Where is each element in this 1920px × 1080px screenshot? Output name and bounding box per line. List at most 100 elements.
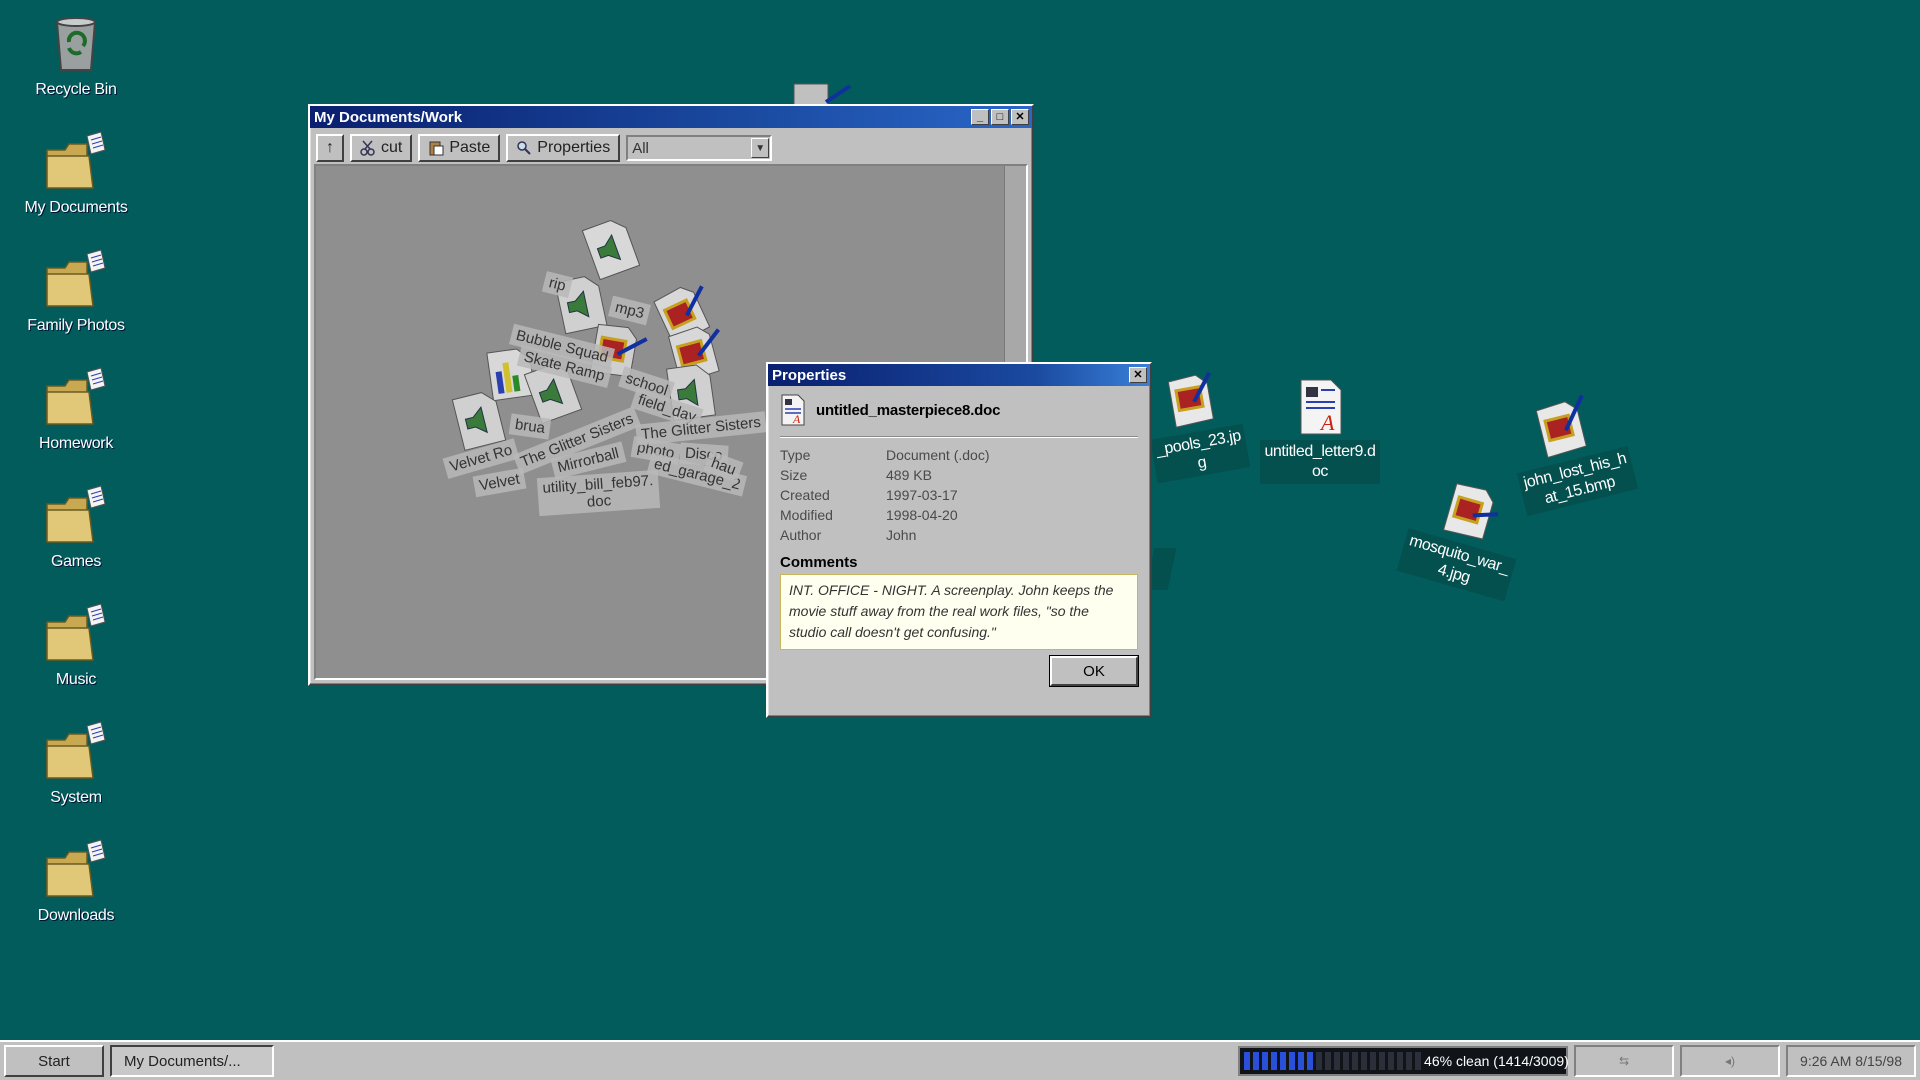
desktop-icon-recycle-bin[interactable]: Recycle Bin	[16, 12, 136, 99]
progress-segment	[1388, 1052, 1395, 1070]
volume-tray-icon[interactable]: ◂)	[1680, 1045, 1781, 1077]
task-label: My Documents/...	[124, 1052, 241, 1070]
property-key: Type	[780, 447, 811, 463]
explorer-titlebar[interactable]: My Documents/Work _ □ ✕	[310, 106, 1032, 128]
progress-segment	[1271, 1052, 1278, 1070]
pile-file-label[interactable]: brua	[508, 413, 552, 440]
image-file-icon	[1535, 394, 1587, 459]
desktop-file-untitled-letter[interactable]: A untitled_letter9.d oc	[1255, 378, 1385, 484]
folder-icon	[46, 721, 106, 779]
progress-segment	[1253, 1052, 1260, 1070]
property-key: Created	[780, 487, 830, 503]
file-label: _pools_23.jp g	[1150, 423, 1251, 484]
property-row-modified: Modified 1998-04-20	[780, 505, 1138, 525]
recycle-bin-icon	[55, 17, 97, 71]
desktop-icon-homework[interactable]: Homework	[16, 366, 136, 453]
dialog-titlebar[interactable]: Properties ✕	[768, 364, 1150, 386]
close-button[interactable]: ✕	[1129, 367, 1147, 383]
progress-segment	[1316, 1052, 1323, 1070]
progress-segment	[1325, 1052, 1332, 1070]
filter-select[interactable]: All ▼	[626, 135, 773, 161]
svg-text:A: A	[1319, 410, 1335, 435]
progress-segment	[1361, 1052, 1368, 1070]
desktop-icon-label: Homework	[38, 435, 114, 452]
cut-button[interactable]: cut	[350, 134, 413, 162]
progress-segment	[1262, 1052, 1269, 1070]
file-label: untitled_letter9.d oc	[1260, 440, 1380, 484]
paste-button[interactable]: Paste	[418, 134, 501, 162]
properties-label: Properties	[537, 139, 611, 156]
property-row-size: Size 489 KB	[780, 465, 1138, 485]
comments-box[interactable]: INT. OFFICE - NIGHT. A screenplay. John …	[780, 574, 1138, 650]
desktop-icon-my-documents[interactable]: My Documents	[16, 130, 136, 217]
progress-segment	[1289, 1052, 1296, 1070]
folder-icon	[46, 603, 106, 661]
folder-icon	[46, 131, 106, 189]
folder-icon	[46, 367, 106, 425]
start-button[interactable]: Start	[4, 1045, 104, 1077]
ok-button[interactable]: OK	[1049, 655, 1139, 687]
property-value: John	[886, 527, 917, 543]
progress-segment	[1343, 1052, 1350, 1070]
desktop-icon-label: My Documents	[24, 199, 128, 216]
folder-icon	[46, 839, 106, 897]
desktop-icon-system[interactable]: System	[16, 720, 136, 807]
close-button[interactable]: ✕	[1011, 109, 1029, 125]
progress-segment	[1280, 1052, 1287, 1070]
pile-file-label[interactable]: utility_bill_feb97. doc	[536, 469, 661, 517]
clean-progress-bar: 46% clean (1414/3009)	[1238, 1046, 1569, 1076]
progress-segment	[1352, 1052, 1359, 1070]
desktop-icon-label: Music	[55, 671, 97, 688]
desktop-icon-label: Family Photos	[27, 317, 125, 334]
file-label: mosquito_war_ 4.jpg	[1396, 528, 1517, 602]
pile-file-label[interactable]: Velvet	[472, 467, 527, 498]
progress-segment	[1298, 1052, 1305, 1070]
file-name: untitled_masterpiece8.doc	[816, 401, 1001, 419]
minimize-button[interactable]: _	[971, 109, 989, 125]
property-value: Document (.doc)	[886, 447, 990, 463]
svg-text:A: A	[792, 412, 801, 426]
property-value: 489 KB	[886, 467, 932, 483]
progress-segment	[1244, 1052, 1251, 1070]
properties-table: Type Document (.doc) Size 489 KB Created 1997…	[780, 445, 1138, 545]
cut-label: cut	[381, 139, 403, 156]
image-file-icon	[1442, 483, 1499, 540]
up-button[interactable]: ↑	[316, 134, 344, 162]
scissors-icon	[360, 140, 375, 156]
desktop-icon-downloads[interactable]: Downloads	[16, 838, 136, 925]
desktop-icon-label: Downloads	[37, 907, 115, 924]
desktop-icon-music[interactable]: Music	[16, 602, 136, 689]
progress-segment	[1334, 1052, 1341, 1070]
magnifier-icon	[517, 141, 531, 155]
chevron-down-icon[interactable]: ▼	[751, 138, 770, 158]
desktop-icon-label: Recycle Bin	[35, 81, 117, 98]
property-key: Modified	[780, 507, 833, 523]
property-value: 1997-03-17	[886, 487, 958, 503]
up-arrow-icon: ↑	[326, 139, 334, 156]
progress-segment	[1307, 1052, 1314, 1070]
network-tray-icon[interactable]: ⇆	[1574, 1045, 1675, 1077]
progress-segment	[1415, 1052, 1422, 1070]
desktop-icon-family-photos[interactable]: Family Photos	[16, 248, 136, 335]
taskbar-item-my-documents[interactable]: My Documents/...	[110, 1045, 274, 1077]
document-file-icon: A	[1300, 379, 1342, 435]
property-key: Author	[780, 527, 822, 543]
desktop-icon-games[interactable]: Games	[16, 484, 136, 571]
maximize-button[interactable]: □	[991, 109, 1009, 125]
image-file-icon	[1167, 371, 1214, 428]
clipboard-icon	[429, 141, 444, 156]
partial-file-icon[interactable]	[792, 82, 852, 106]
clock: 9:26 AM 8/15/98	[1786, 1045, 1916, 1077]
window-title: My Documents/Work	[314, 108, 463, 126]
properties-button[interactable]: Properties	[506, 134, 621, 162]
properties-dialog[interactable]: Properties ✕ A untitled_masterpiece8.doc…	[766, 362, 1152, 718]
property-value: 1998-04-20	[886, 507, 958, 523]
comments-heading: Comments	[780, 554, 858, 571]
property-key: Size	[780, 467, 808, 483]
explorer-toolbar: ↑ cut Paste Properties All ▼	[310, 128, 1032, 168]
property-row-created: Created 1997-03-17	[780, 485, 1138, 505]
filter-value: All	[632, 139, 649, 157]
property-row-type: Type Document (.doc)	[780, 445, 1138, 465]
desktop-icon-label: System	[50, 789, 102, 806]
property-row-author: Author John	[780, 525, 1138, 545]
